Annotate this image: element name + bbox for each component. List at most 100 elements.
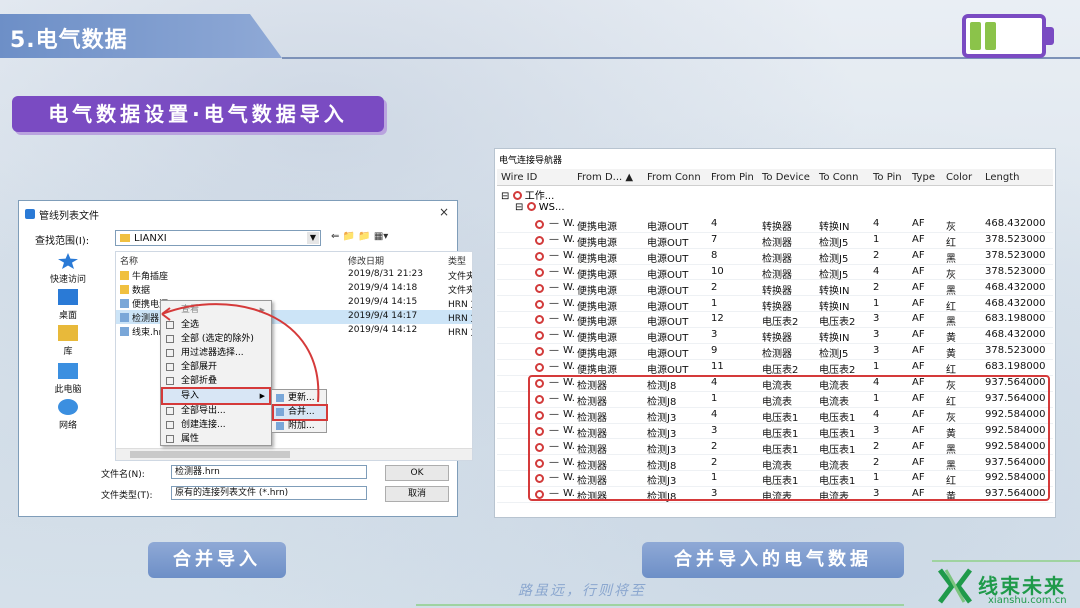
table-cell: 1 (873, 361, 880, 373)
file-icon (120, 327, 129, 336)
table-cell: W. (563, 329, 575, 341)
file-modified: 2019/9/4 14:18 (348, 283, 418, 293)
file-row[interactable]: 牛角插座 2019/8/31 21:23 文件夹 (116, 268, 472, 282)
table-cell: 黄 (946, 349, 956, 361)
desktop-icon (58, 289, 78, 305)
table-cell: AF (912, 233, 925, 245)
table-cell: 检测J5 (819, 269, 849, 281)
table-row[interactable]: — W. 便携电源 电源OUT 2 转换器 转换IN 2 AF 黑 468.432000 (497, 281, 1053, 297)
table-row[interactable]: — W. 便携电源 电源OUT 4 转换器 转换IN 4 AF 灰 468.432000 (497, 217, 1053, 233)
table-cell: 11 (711, 361, 724, 373)
nav-toolbar[interactable]: ⇐ 📁 📁 ▦▾ (331, 231, 388, 242)
table-cell: 检测器 (762, 349, 792, 361)
table-row[interactable]: — W. 便携电源 电源OUT 7 检测器 检测J5 1 AF 红 378.523000 (497, 233, 1053, 249)
no-entry-icon (535, 347, 544, 357)
ok-button[interactable]: OK (385, 465, 449, 481)
place-this-pc[interactable]: 此电脑 (33, 363, 103, 395)
file-name: 牛角插座 (132, 272, 169, 282)
brand-url: xianshu.com.cn (988, 595, 1067, 606)
table-cell: W. (563, 265, 575, 277)
table-cell: 红 (946, 301, 956, 313)
lookin-select[interactable]: LIANXI ▼ (115, 230, 321, 246)
table-row[interactable]: — W. 便携电源 电源OUT 9 检测器 检测J5 3 AF 黄 378.523000 (497, 344, 1053, 360)
wire-icon: — (549, 249, 559, 261)
column-header[interactable]: Length (985, 172, 1020, 183)
place-desktop[interactable]: 桌面 (33, 289, 103, 321)
column-header[interactable]: From Conn (647, 172, 701, 183)
no-entry-icon (526, 202, 536, 211)
table-row[interactable]: — W. 便携电源 电源OUT 10 检测器 检测J5 4 AF 灰 378.523000 (497, 265, 1053, 281)
column-header-modified[interactable]: 修改日期 (348, 254, 384, 267)
menu-item-properties[interactable]: 属性 (163, 432, 269, 446)
table-cell: AF (912, 313, 925, 325)
column-header[interactable]: To Conn (819, 172, 858, 183)
file-icon (120, 313, 129, 322)
tree-node-ws[interactable]: ⊟ WS... (497, 202, 1053, 216)
table-cell: 9 (711, 345, 718, 357)
place-library[interactable]: 库 (33, 325, 103, 357)
table-cell: 转换器 (762, 333, 792, 345)
column-header-name[interactable]: 名称 (120, 254, 138, 267)
place-label: 网络 (58, 421, 77, 431)
table-cell: 4 (873, 265, 880, 277)
section-title: 电气数据设置·电气数据导入 (12, 96, 384, 132)
brand-logo-icon (938, 568, 972, 604)
place-label: 快速访问 (49, 275, 86, 285)
column-header[interactable]: From D... ▲ (577, 172, 633, 183)
table-cell: 便携电源 (577, 237, 617, 249)
no-entry-icon (535, 315, 544, 325)
filename-input[interactable]: 检测器.hrn (171, 465, 367, 479)
column-header[interactable]: Color (946, 172, 972, 183)
table-row[interactable]: — W. 便携电源 电源OUT 11 电压表2 电压表2 1 AF 红 683.198000 (497, 360, 1053, 376)
table-row[interactable]: — W. 便携电源 电源OUT 12 电压表2 电压表2 3 AF 黑 683.198000 (497, 312, 1053, 328)
table-cell: 红 (946, 237, 956, 249)
horizontal-scrollbar[interactable] (116, 448, 472, 460)
lookin-label: 查找范围(I): (35, 236, 90, 247)
close-icon[interactable]: × (439, 205, 449, 219)
table-row[interactable]: — W. 便携电源 电源OUT 3 转换器 转换IN 3 AF 黄 468.432000 (497, 328, 1053, 344)
table-cell: 转换IN (819, 301, 850, 313)
chevron-down-icon[interactable]: ▼ (307, 232, 319, 244)
table-cell: 便携电源 (577, 222, 617, 233)
table-cell: 468.432000 (985, 218, 1046, 229)
table-cell: AF (912, 297, 925, 309)
column-header[interactable]: Wire ID (501, 172, 537, 183)
table-cell: 电源OUT (647, 285, 689, 297)
table-cell: AF (912, 265, 925, 277)
table-cell: 转换IN (819, 333, 850, 345)
place-network[interactable]: 网络 (33, 399, 103, 431)
battery-icon (962, 14, 1046, 58)
column-header[interactable]: Type (912, 172, 935, 183)
no-entry-icon (535, 331, 544, 341)
scrollbar-thumb[interactable] (130, 451, 290, 458)
column-header[interactable]: From Pin (711, 172, 754, 183)
table-row[interactable]: — W. 便携电源 电源OUT 8 检测器 检测J5 2 AF 黑 378.523000 (497, 249, 1053, 265)
wire-icon: — (549, 297, 559, 309)
column-header[interactable]: To Pin (873, 172, 902, 183)
table-cell: 电压表2 (819, 365, 856, 377)
table-cell: W. (563, 249, 575, 261)
table-cell: 便携电源 (577, 317, 617, 329)
file-type: HRN 文 (448, 300, 472, 310)
filetype-select[interactable]: 原有的连接列表文件 (*.hrn) (171, 486, 367, 500)
wire-icon: — (549, 313, 559, 325)
table-row[interactable]: — W. 便携电源 电源OUT 1 转换器 转换IN 1 AF 红 468.432000 (497, 297, 1053, 313)
table-cell: 转换器 (762, 285, 792, 297)
tree-node-workspace[interactable]: ⊟ 工作... (497, 187, 1053, 202)
column-header-type[interactable]: 类型 (448, 254, 466, 267)
table-cell: 电压表2 (819, 317, 856, 329)
table-cell: 转换器 (762, 222, 792, 233)
wire-icon: — (549, 233, 559, 245)
table-cell: 12 (711, 313, 724, 325)
table-cell: W. (563, 313, 575, 325)
table-cell: AF (912, 249, 925, 261)
wire-icon: — (549, 281, 559, 293)
column-header[interactable]: To Device (762, 172, 810, 183)
star-icon (58, 253, 78, 269)
table-cell: 3 (873, 345, 880, 357)
table-cell: 7 (711, 233, 718, 245)
table-cell: 黑 (946, 285, 956, 297)
table-cell: 8 (711, 249, 718, 261)
cancel-button[interactable]: 取消 (385, 486, 449, 502)
place-quick-access[interactable]: 快速访问 (33, 253, 103, 285)
